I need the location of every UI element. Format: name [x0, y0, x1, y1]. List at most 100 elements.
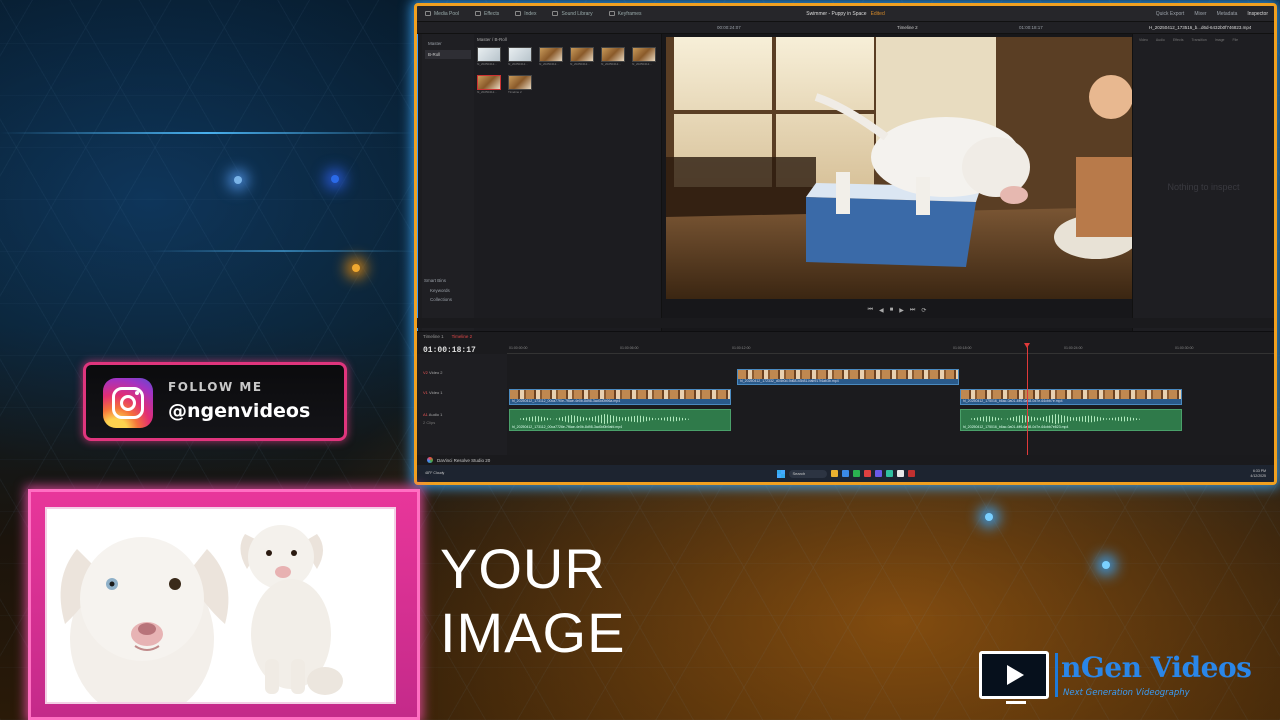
- clip-thumbnail: [508, 47, 532, 62]
- image-frame: [28, 489, 420, 720]
- track-label-audio-1: A1 Audio 1: [423, 412, 443, 417]
- chrome-icon[interactable]: [852, 470, 860, 477]
- video-clip[interactable]: hl_20250412_173112_00ca77f0e-7f6ae-4e0b-…: [509, 389, 731, 405]
- smart-bin-keywords[interactable]: Keywords: [430, 288, 450, 293]
- timeline-thumb[interactable]: Timeline 2: [508, 75, 532, 97]
- image-placeholder-text: YOUR IMAGE: [440, 537, 626, 664]
- weather-widget[interactable]: 48°F Cloudy: [425, 471, 444, 476]
- inspector-tab-effects[interactable]: Effects: [1173, 38, 1184, 42]
- app-icon[interactable]: [863, 470, 871, 477]
- ruler-tick: 01:00:24:00: [1064, 346, 1083, 350]
- track-headers: V2 Video 2 V1 Video 1 A1 Audio 1 2 Clips: [417, 354, 507, 455]
- edge-icon[interactable]: [841, 470, 849, 477]
- viewer-video-frame[interactable]: [666, 37, 1132, 299]
- inspector-tab-file[interactable]: File: [1232, 38, 1238, 42]
- tab-sound-library[interactable]: Sound Library: [544, 11, 600, 17]
- app-icon[interactable]: [874, 470, 882, 477]
- media-thumb[interactable]: hl_20250412...: [508, 47, 532, 69]
- tab-quick-export[interactable]: Quick Export: [1156, 11, 1185, 17]
- play-reverse-icon[interactable]: ◀: [879, 307, 884, 317]
- media-thumb[interactable]: hl_20250412...: [601, 47, 625, 69]
- clip-thumbnail: [570, 47, 594, 62]
- windows-start-icon[interactable]: [776, 469, 785, 478]
- tab-media-pool[interactable]: Media Pool: [417, 11, 467, 17]
- inspector-tab-image[interactable]: Image: [1215, 38, 1225, 42]
- audio-clip[interactable]: hl_20250412_175016_b6ac-0a01-4ff6-6ad8-0…: [960, 409, 1182, 431]
- tab-keyframes[interactable]: Keyframes: [601, 11, 650, 17]
- timeline-tabs: Timeline 1 Timeline 2: [423, 334, 472, 339]
- sound-library-icon: [552, 11, 559, 16]
- file-explorer-icon[interactable]: [830, 470, 838, 477]
- puppy-image: [45, 507, 396, 704]
- clip-thumbnail: [539, 47, 563, 62]
- bin-b-roll[interactable]: B-Roll: [425, 50, 471, 59]
- instagram-handle: @ngenvideos: [168, 400, 311, 422]
- glow-dot: [352, 264, 360, 272]
- system-clock[interactable]: 6:33 PM 4/12/2025: [1250, 469, 1266, 478]
- tab-metadata[interactable]: Metadata: [1217, 11, 1238, 17]
- follow-me-panel: FOLLOW ME @ngenvideos: [83, 362, 347, 441]
- tab-timeline-1[interactable]: Timeline 1: [423, 334, 444, 339]
- tab-index[interactable]: Index: [507, 11, 544, 17]
- playhead[interactable]: [1024, 343, 1030, 455]
- next-frame-icon[interactable]: ⏭: [910, 307, 915, 317]
- ruler-tick: 01:00:18:00: [953, 346, 972, 350]
- media-thumb[interactable]: hl_20250412...: [477, 75, 501, 97]
- app-icon[interactable]: [896, 470, 904, 477]
- brand-name: nGen Videos: [1061, 651, 1252, 684]
- inspector-tab-audio[interactable]: Audio: [1156, 38, 1165, 42]
- tab-timeline-2[interactable]: Timeline 2: [452, 334, 473, 339]
- timeline-thumbnail: [508, 75, 532, 90]
- inspector-tab-transition[interactable]: Transition: [1191, 38, 1206, 42]
- glow-line: [0, 132, 414, 134]
- track-label-video-2: V2 Video 2: [423, 370, 443, 375]
- glow-line: [150, 250, 414, 252]
- transport-controls: ⏮ ◀ ■ ▶ ⏭ ⟳: [662, 307, 1132, 317]
- media-thumb[interactable]: hl_20250412...: [477, 47, 501, 69]
- timeline-name[interactable]: Timeline 2: [897, 25, 918, 30]
- inspector-panel: Video Audio Effects Transition Image Fil…: [1132, 34, 1274, 334]
- track-label-video-1: V1 Video 1: [423, 390, 443, 395]
- smart-bin-collections[interactable]: Collections: [430, 297, 452, 302]
- glow-dot: [331, 175, 339, 183]
- media-thumb[interactable]: hl_20250412...: [539, 47, 563, 69]
- resolve-window: Media Pool Effects Index Sound Library K…: [414, 3, 1277, 485]
- puppies-illustration: [47, 509, 394, 702]
- media-bin-list: Master B-Roll Smart Bins Keywords Collec…: [422, 34, 474, 334]
- tab-effects[interactable]: Effects: [467, 11, 507, 17]
- windows-taskbar: 48°F Cloudy Search 6:33 PM 4/12/2025: [417, 465, 1274, 482]
- media-thumb[interactable]: hl_20250412...: [570, 47, 594, 69]
- index-icon: [515, 11, 522, 16]
- ruler-tick: 01:00:30:00: [1175, 346, 1194, 350]
- puppy-video-frame: [666, 37, 1132, 299]
- app-icon[interactable]: [885, 470, 893, 477]
- clip-filmstrip: [510, 390, 730, 399]
- video-clip[interactable]: hl_20250412_175016_b6ac-0a01-4ff6-6ad8-0…: [960, 389, 1182, 405]
- edit-toolbar: [417, 318, 1274, 328]
- media-pool: Master / B-Roll hl_20250412... hl_202504…: [474, 34, 662, 334]
- media-thumb[interactable]: hl_20250412...: [632, 47, 656, 69]
- tab-inspector[interactable]: Inspector: [1247, 11, 1268, 17]
- taskbar-search[interactable]: Search: [788, 469, 827, 478]
- keyframes-icon: [608, 11, 615, 16]
- tab-mixer[interactable]: Mixer: [1194, 11, 1206, 17]
- glow-dot: [1102, 561, 1110, 569]
- bin-master[interactable]: Master: [425, 39, 471, 48]
- instagram-icon: [103, 378, 153, 428]
- resolve-taskbar-icon[interactable]: [907, 470, 915, 477]
- clip-thumbnail: [477, 47, 501, 62]
- prev-frame-icon[interactable]: ⏮: [868, 307, 873, 317]
- clip-thumbnail: [632, 47, 656, 62]
- audio-waveform: [971, 414, 1141, 424]
- video-clip[interactable]: hl_20250412_172332_d04b0d-9d68-b3b81-bab…: [737, 369, 959, 385]
- loop-icon[interactable]: ⟳: [921, 307, 926, 317]
- audio-clip[interactable]: hl_20250412_173112_00ca7726e-7f6ae-4e0b-…: [509, 409, 731, 431]
- viewer-header: 00:00:24:07 Timeline 2 01:00:18:17 H_202…: [417, 22, 1274, 34]
- stop-icon[interactable]: ■: [890, 307, 894, 317]
- inspector-tab-video[interactable]: Video: [1139, 38, 1148, 42]
- audio-clip-count: 2 Clips: [423, 420, 436, 425]
- timeline-ruler[interactable]: 01:00:00:00 01:00:06:00 01:00:12:00 01:0…: [507, 344, 1274, 354]
- play-icon[interactable]: ▶: [899, 307, 904, 317]
- follow-label: FOLLOW ME: [168, 380, 263, 394]
- clip-thumbnail: [601, 47, 625, 62]
